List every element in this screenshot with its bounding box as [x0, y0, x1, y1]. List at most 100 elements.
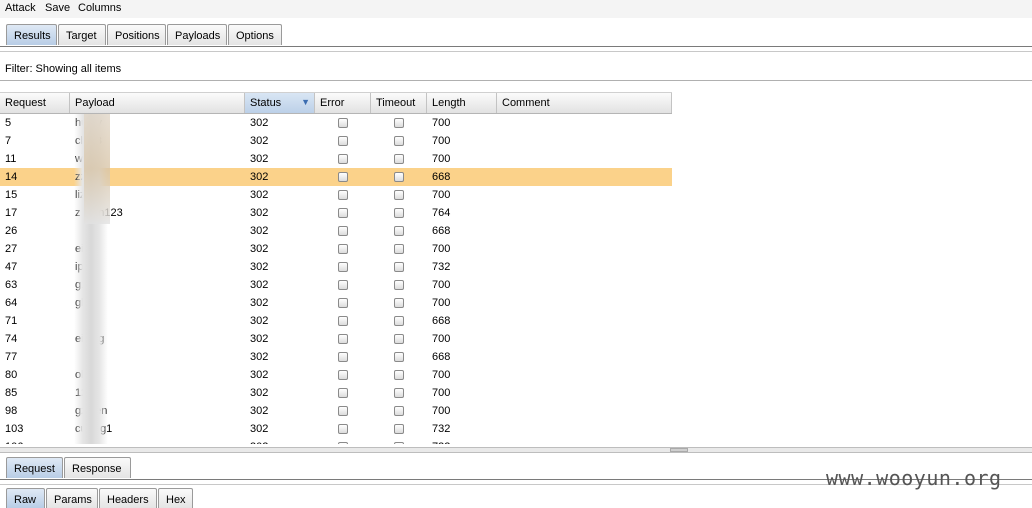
tab-response[interactable]: Response	[64, 457, 131, 478]
watermark-text: www.wooyun.org	[826, 466, 1002, 490]
timeout-checkbox[interactable]	[394, 370, 404, 380]
timeout-checkbox[interactable]	[394, 334, 404, 344]
cell-request: 17	[5, 207, 18, 219]
timeout-checkbox[interactable]	[394, 298, 404, 308]
cell-status: 302	[250, 297, 269, 309]
error-checkbox[interactable]	[338, 352, 348, 362]
cell-length: 700	[432, 405, 451, 417]
error-checkbox[interactable]	[338, 406, 348, 416]
timeout-checkbox[interactable]	[394, 136, 404, 146]
tab-target[interactable]: Target	[58, 24, 106, 45]
timeout-checkbox[interactable]	[394, 316, 404, 326]
cell-length: 668	[432, 225, 451, 237]
cell-request: 5	[5, 117, 12, 129]
tab-request[interactable]: Request	[6, 457, 63, 478]
error-checkbox[interactable]	[338, 172, 348, 182]
cell-status: 302	[250, 225, 269, 237]
error-checkbox[interactable]	[338, 370, 348, 380]
column-status[interactable]: Status ▼	[245, 93, 315, 113]
menu-columns[interactable]: Columns	[78, 2, 121, 14]
cell-status: 302	[250, 153, 269, 165]
cell-request: 15	[5, 189, 18, 201]
tab-payloads[interactable]: Payloads	[167, 24, 227, 45]
error-checkbox[interactable]	[338, 190, 348, 200]
cell-status: 302	[250, 423, 269, 435]
timeout-checkbox[interactable]	[394, 262, 404, 272]
timeout-checkbox[interactable]	[394, 226, 404, 236]
tab-headers[interactable]: Headers	[99, 488, 157, 508]
tab-options[interactable]: Options	[228, 24, 282, 45]
cell-status: 302	[250, 117, 269, 129]
cell-status: 302	[250, 405, 269, 417]
splitter-grip[interactable]	[670, 448, 688, 452]
error-checkbox[interactable]	[338, 298, 348, 308]
timeout-checkbox[interactable]	[394, 172, 404, 182]
tab-params[interactable]: Params	[46, 488, 98, 508]
tab-hex[interactable]: Hex	[158, 488, 193, 508]
error-checkbox[interactable]	[338, 136, 348, 146]
cell-status: 302	[250, 315, 269, 327]
timeout-checkbox[interactable]	[394, 406, 404, 416]
column-comment[interactable]: Comment	[497, 93, 672, 113]
filter-label[interactable]: Filter: Showing all items	[5, 63, 121, 75]
cell-length: 700	[432, 387, 451, 399]
cell-status: 302	[250, 189, 269, 201]
menu-bar: Attack Save Columns	[0, 0, 1032, 18]
cell-request: 74	[5, 333, 18, 345]
timeout-checkbox[interactable]	[394, 280, 404, 290]
cell-length: 668	[432, 171, 451, 183]
redaction-overlay-top	[84, 114, 110, 224]
error-checkbox[interactable]	[338, 226, 348, 236]
cell-request: 14	[5, 171, 18, 183]
timeout-checkbox[interactable]	[394, 244, 404, 254]
error-checkbox[interactable]	[338, 280, 348, 290]
column-payload[interactable]: Payload	[70, 93, 245, 113]
error-checkbox[interactable]	[338, 334, 348, 344]
error-checkbox[interactable]	[338, 118, 348, 128]
timeout-checkbox[interactable]	[394, 118, 404, 128]
error-checkbox[interactable]	[338, 316, 348, 326]
error-checkbox[interactable]	[338, 244, 348, 254]
cell-length: 700	[432, 279, 451, 291]
error-checkbox[interactable]	[338, 442, 348, 444]
error-checkbox[interactable]	[338, 208, 348, 218]
menu-attack[interactable]: Attack	[5, 2, 36, 14]
error-checkbox[interactable]	[338, 424, 348, 434]
error-checkbox[interactable]	[338, 388, 348, 398]
cell-request: 85	[5, 387, 18, 399]
tab-positions[interactable]: Positions	[107, 24, 166, 45]
timeout-checkbox[interactable]	[394, 424, 404, 434]
timeout-checkbox[interactable]	[394, 190, 404, 200]
cell-status: 302	[250, 351, 269, 363]
column-timeout[interactable]: Timeout	[371, 93, 427, 113]
error-checkbox[interactable]	[338, 262, 348, 272]
cell-request: 11	[5, 153, 17, 165]
timeout-checkbox[interactable]	[394, 208, 404, 218]
cell-length: 700	[432, 333, 451, 345]
timeout-checkbox[interactable]	[394, 388, 404, 398]
column-length[interactable]: Length	[427, 93, 497, 113]
cell-status: 302	[250, 243, 269, 255]
timeout-checkbox[interactable]	[394, 442, 404, 444]
cell-length: 700	[432, 153, 451, 165]
timeout-checkbox[interactable]	[394, 352, 404, 362]
column-request[interactable]: Request	[0, 93, 70, 113]
results-table-header: Request Payload Status ▼ Error Timeout L…	[0, 92, 672, 114]
timeout-checkbox[interactable]	[394, 154, 404, 164]
cell-status: 302	[250, 369, 269, 381]
column-error[interactable]: Error	[315, 93, 371, 113]
error-checkbox[interactable]	[338, 154, 348, 164]
tab-raw[interactable]: Raw	[6, 488, 45, 508]
tab-results[interactable]: Results	[6, 24, 57, 45]
cell-request: 47	[5, 261, 18, 273]
menu-save[interactable]: Save	[45, 2, 70, 14]
main-tab-bar: Results Target Positions Payloads Option…	[0, 22, 1032, 46]
cell-length: 700	[432, 243, 451, 255]
cell-length: 732	[432, 423, 451, 435]
pane-splitter[interactable]	[0, 447, 1032, 453]
cell-length: 700	[432, 117, 451, 129]
cell-length: 732	[432, 261, 451, 273]
column-status-label: Status	[250, 97, 282, 109]
cell-request: 64	[5, 297, 18, 309]
sort-descending-icon: ▼	[301, 97, 310, 107]
